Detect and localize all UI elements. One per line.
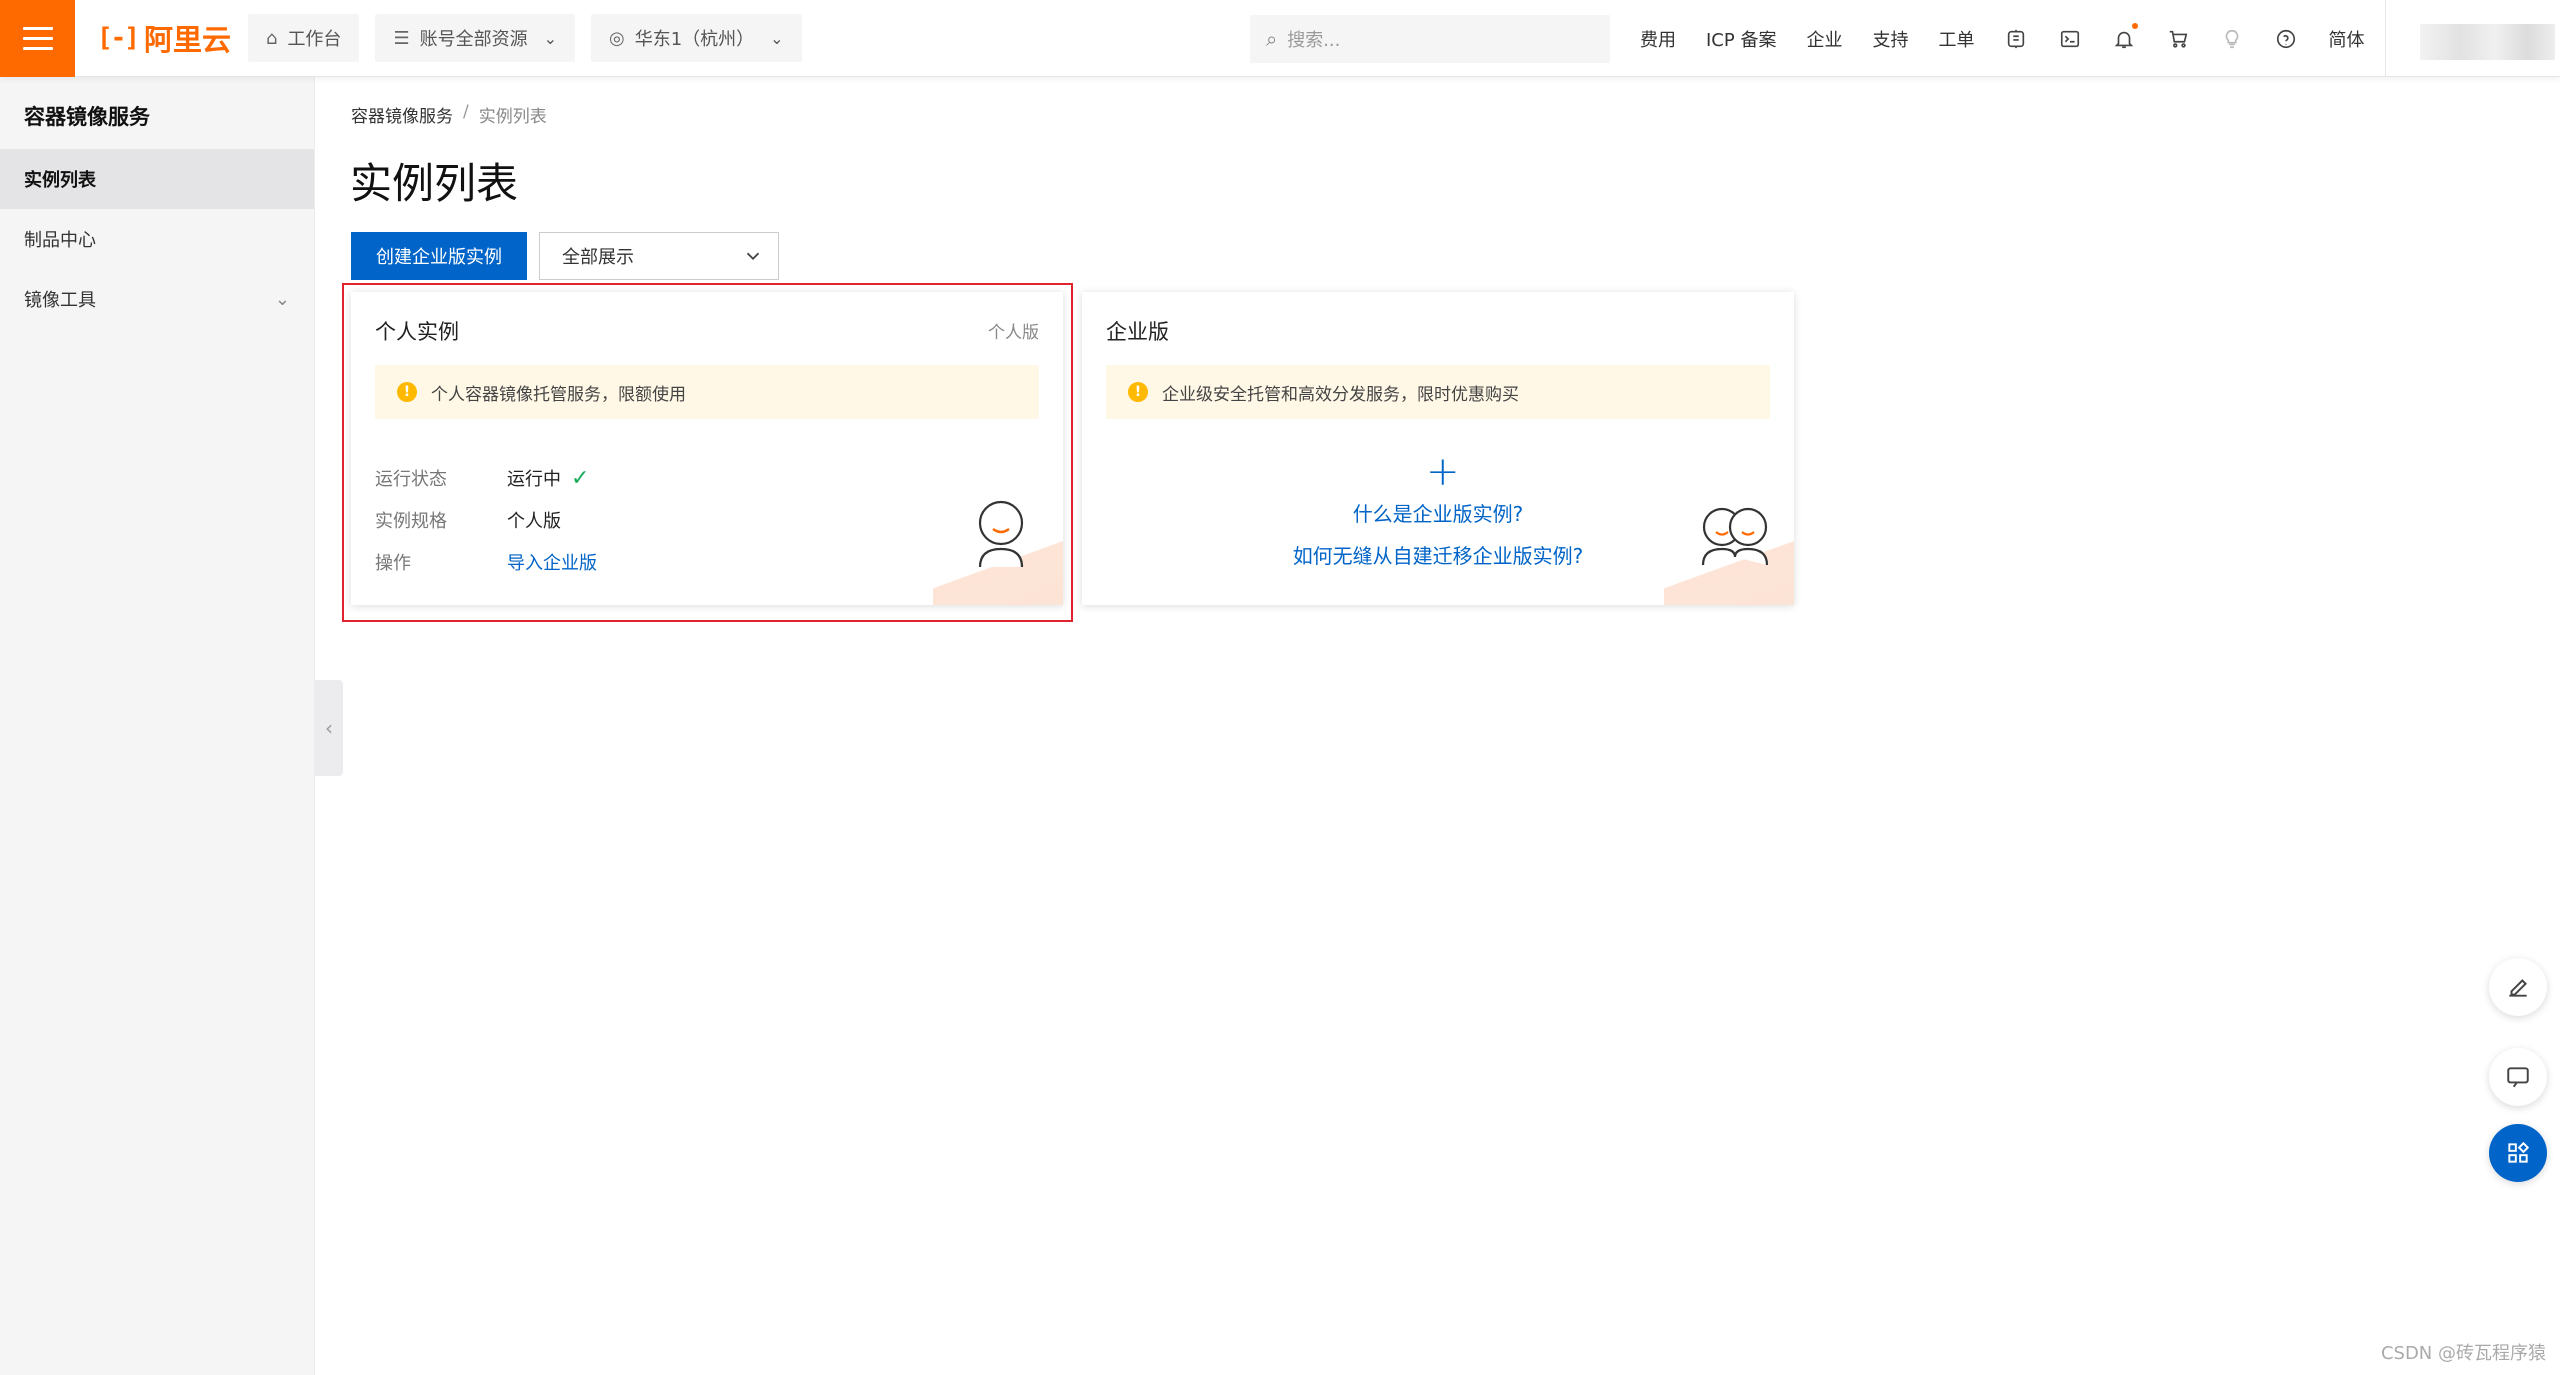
apps-icon <box>2508 1141 2530 1163</box>
sidebar-item-label: 制品中心 <box>24 230 96 251</box>
filter-select[interactable]: 全部展示 <box>539 232 779 280</box>
plus-icon[interactable]: + <box>1426 452 1460 492</box>
link-icp[interactable]: ICP 备案 <box>1706 26 1776 52</box>
create-enterprise-instance-button[interactable]: 创建企业版实例 <box>351 232 527 280</box>
sidebar-item-image-tools[interactable]: 镜像工具 ⌄ <box>0 269 314 329</box>
sidebar-collapse-handle[interactable]: ‹ <box>315 680 343 776</box>
lightbulb-icon[interactable] <box>2220 27 2244 51</box>
search-placeholder[interactable]: 搜索... <box>1287 26 1340 52</box>
chat-icon <box>2507 1067 2529 1088</box>
workbench-button[interactable]: ⌂ 工作台 <box>248 14 360 62</box>
resource-scope-dropdown[interactable]: ☰ 账号全部资源 ⌄ <box>375 14 575 62</box>
account-avatar[interactable] <box>2420 24 2555 60</box>
breadcrumb-current: 实例列表 <box>478 107 547 127</box>
breadcrumb: 容器镜像服务 / 实例列表 <box>351 102 547 127</box>
pencil-icon <box>2509 979 2527 997</box>
terminal-icon[interactable] <box>2058 27 2082 51</box>
enterprise-instance-card[interactable]: 企业版 ! 企业级安全托管和高效分发服务，限时优惠购买 + 什么是企业版实例? … <box>1082 292 1794 605</box>
chat-button[interactable] <box>2489 1048 2547 1106</box>
link-billing[interactable]: 费用 <box>1640 26 1676 52</box>
feedback-edit-button[interactable] <box>2489 958 2547 1016</box>
workbench-label: 工作台 <box>287 29 342 50</box>
region-dropdown[interactable]: ◎ 华东1（杭州） ⌄ <box>590 14 802 62</box>
notice-text: 企业级安全托管和高效分发服务，限时优惠购买 <box>1162 384 1519 405</box>
topbar-divider <box>2385 0 2386 77</box>
card-title: 企业版 <box>1106 320 1169 344</box>
location-icon: ◎ <box>608 27 625 49</box>
watermark: CSDN @砖瓦程序猿 <box>2380 1343 2546 1364</box>
notification-dot <box>2132 22 2139 29</box>
what-is-enterprise-link[interactable]: 什么是企业版实例? <box>1082 498 1794 527</box>
filter-select-value: 全部展示 <box>562 247 634 268</box>
chevron-down-icon <box>746 252 760 261</box>
help-icon[interactable] <box>2274 27 2298 51</box>
sidebar-item-label: 镜像工具 <box>24 290 96 311</box>
chevron-down-icon: ⌄ <box>274 288 290 310</box>
search-icon: ⌕ <box>1266 27 1278 51</box>
logo-text: 阿里云 <box>143 23 231 57</box>
global-search[interactable]: ⌕ 搜索... <box>1250 15 1610 63</box>
sidebar-title: 容器镜像服务 <box>24 105 150 129</box>
resource-scope-label: 账号全部资源 <box>419 29 528 50</box>
sidebar-item-artifact-center[interactable]: 制品中心 <box>0 209 314 269</box>
breadcrumb-root[interactable]: 容器镜像服务 <box>351 102 453 127</box>
link-enterprise[interactable]: 企业 <box>1806 26 1842 52</box>
highlight-box <box>342 283 1073 622</box>
cart-icon[interactable] <box>2166 27 2190 51</box>
language-switch[interactable]: 简体 <box>2328 26 2364 52</box>
aliyun-logo[interactable]: [-] 阿里云 <box>97 17 232 59</box>
top-navigation-bar: [-] 阿里云 ⌂ 工作台 ☰ 账号全部资源 ⌄ ◎ 华东1（杭州） ⌄ ⌕ 搜… <box>0 0 2560 77</box>
sidebar: 容器镜像服务 实例列表 制品中心 镜像工具 ⌄ <box>0 77 315 1375</box>
top-links: 费用 ICP 备案 企业 支持 工单 简体 <box>1640 0 2394 77</box>
apps-button[interactable] <box>2489 1124 2547 1182</box>
bell-icon[interactable] <box>2112 22 2139 51</box>
list-icon: ☰ <box>393 27 410 49</box>
chevron-down-icon: ⌄ <box>543 28 557 48</box>
chevron-down-icon: ⌄ <box>770 28 784 48</box>
sidebar-item-label: 实例列表 <box>24 170 96 191</box>
region-label: 华东1（杭州） <box>634 29 755 50</box>
home-icon: ⌂ <box>266 27 278 49</box>
menu-icon[interactable] <box>0 0 75 77</box>
aliyun-logo-mark: [-] <box>97 23 140 53</box>
link-support[interactable]: 支持 <box>1872 26 1908 52</box>
breadcrumb-separator: / <box>463 102 469 122</box>
link-ticket[interactable]: 工单 <box>1938 26 1974 52</box>
page-title: 实例列表 <box>350 159 519 208</box>
group-illustration-icon <box>1701 507 1769 566</box>
warning-icon: ! <box>1128 382 1148 402</box>
ai-assistant-icon[interactable] <box>2004 27 2028 51</box>
sidebar-item-instances[interactable]: 实例列表 <box>0 149 314 209</box>
notice-banner: ! 企业级安全托管和高效分发服务，限时优惠购买 <box>1106 365 1770 419</box>
